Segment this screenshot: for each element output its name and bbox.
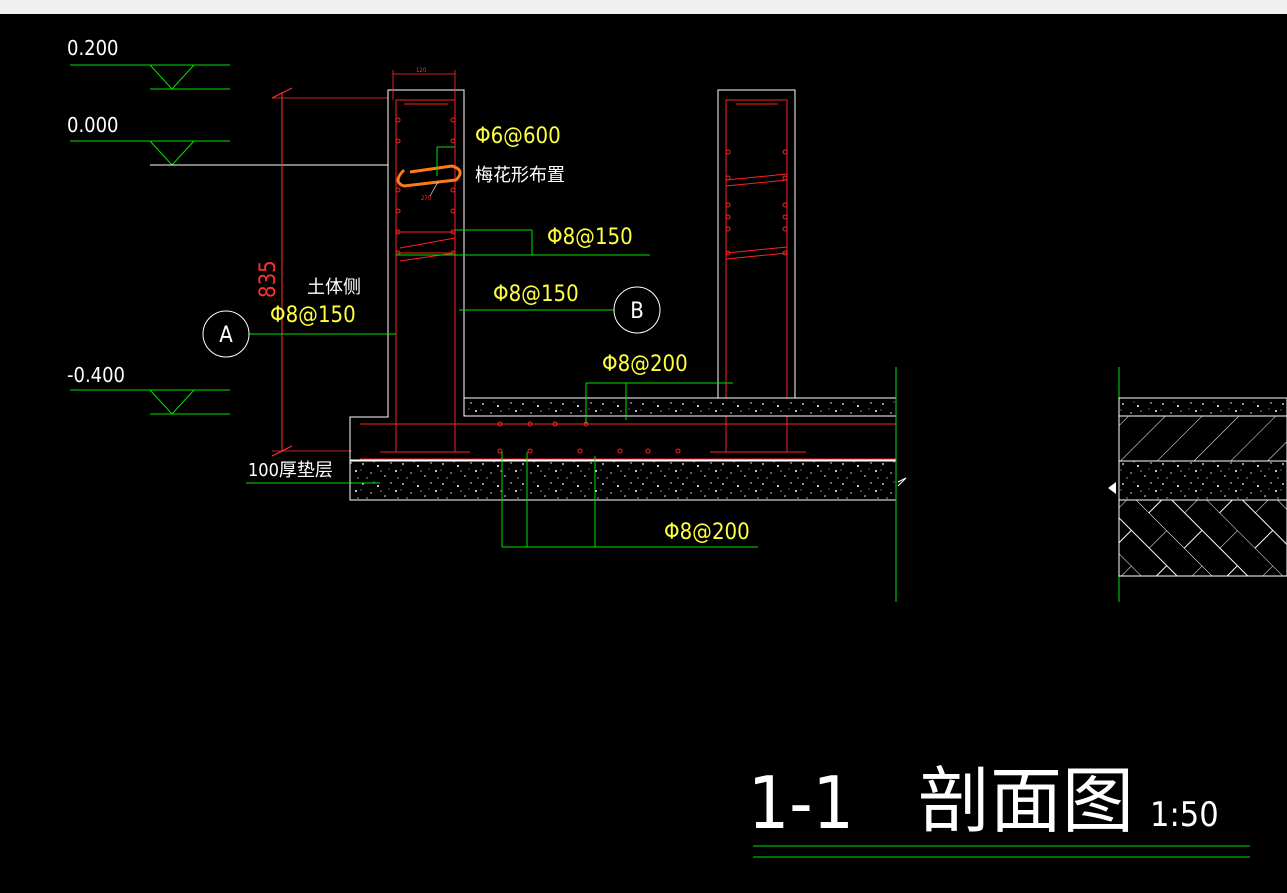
label-wall-inner-rebar: Φ8@150 B [459, 282, 661, 334]
slab-bottom-spec: Φ8@200 [664, 520, 750, 545]
label-wall-horizontal-rebar: Φ8@150 [396, 225, 650, 256]
section-title: 1-1 剖面图 1:50 [748, 759, 1250, 858]
callout-a-label: A [219, 323, 233, 348]
cushion-layer [349, 460, 897, 501]
elevation-label: -0.400 [67, 363, 125, 387]
wall-inner-spec: Φ8@150 [493, 282, 579, 307]
left-wall-outline [349, 89, 897, 501]
tie-arrangement-note: 梅花形布置 [475, 165, 565, 186]
slab-top-spec: Φ8@200 [602, 352, 688, 377]
tie-hook-rebar: 270 [396, 164, 462, 202]
callout-b-label: B [630, 299, 644, 324]
section-name: 剖面图 [918, 759, 1134, 843]
cushion-note: 100厚垫层 [248, 460, 333, 481]
cad-drawing-canvas: 0.200 0.000 -0.400 835 120 270 Φ6@600 梅花… [67, 36, 1287, 858]
elevation-label: 0.200 [67, 36, 119, 60]
left-wall-rebar [380, 99, 470, 453]
section-scale: 1:50 [1150, 795, 1219, 835]
wall-horizontal-spec: Φ8@150 [547, 225, 633, 250]
label-wall-outer-rebar: 土体侧 Φ8@150 A [202, 277, 396, 358]
window-top-bar [0, 0, 1287, 14]
floor-topping [463, 397, 897, 417]
dimension-value: 835 [256, 260, 281, 298]
base-slab-rebar [360, 421, 896, 460]
label-tie-rebar: Φ6@600 梅花形布置 [436, 124, 565, 186]
soil-side-note: 土体侧 [307, 277, 361, 298]
wall-top-dimension: 120 [392, 67, 456, 100]
right-wall-outline [717, 89, 796, 398]
elevation-label: 0.000 [67, 113, 119, 137]
height-dimension: 835 [256, 87, 388, 457]
elevation-marker-top: 0.200 [67, 36, 230, 90]
adjacent-section [895, 367, 1287, 602]
elevation-marker-bottom: -0.400 [67, 363, 230, 415]
dimension-small: 120 [416, 67, 427, 74]
wall-outer-spec: Φ8@150 [270, 303, 356, 328]
elevation-marker-middle: 0.000 [67, 113, 388, 166]
section-number: 1-1 [748, 761, 854, 845]
tie-rebar-spec: Φ6@600 [475, 124, 561, 149]
